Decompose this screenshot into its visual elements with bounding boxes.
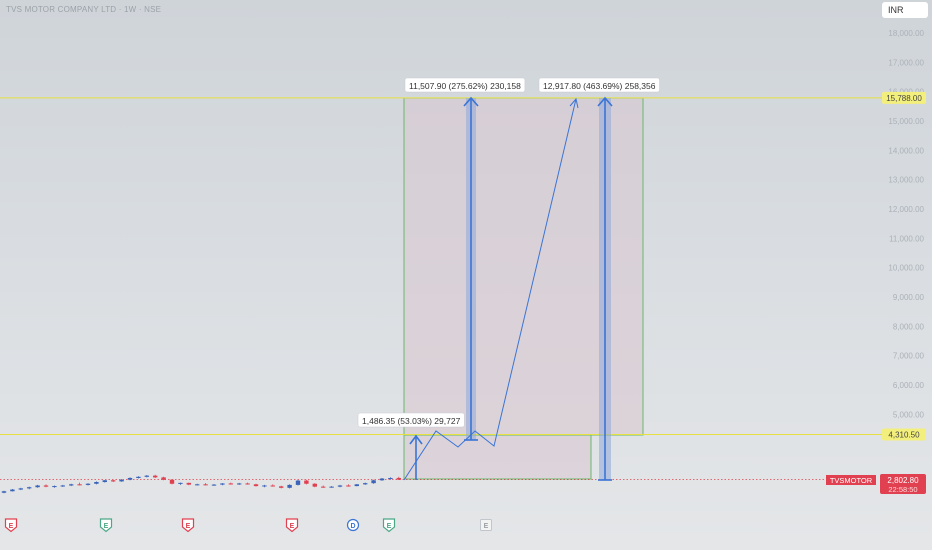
candle-body <box>203 484 208 486</box>
projection-label: 11,507.90 (275.62%) 230,158 <box>404 77 526 93</box>
event-marker[interactable]: E <box>382 518 396 533</box>
marker-label: E <box>104 523 109 530</box>
price-axis-tick: 6,000.00 <box>893 381 925 390</box>
candle-body <box>119 479 124 482</box>
candle-body <box>153 475 158 478</box>
price-axis-tick: 5,000.00 <box>893 410 925 419</box>
candle-body <box>321 486 326 488</box>
candle-body <box>60 485 65 487</box>
candle-body <box>388 477 393 479</box>
price-axis-tick: 10,000.00 <box>888 264 924 273</box>
label-text: 11,507.90 (275.62%) 230,158 <box>409 81 521 91</box>
candle-body <box>18 488 23 490</box>
candle-body <box>161 477 166 480</box>
candle-body <box>295 480 301 485</box>
candle-body <box>228 483 233 485</box>
candle-body <box>312 483 317 487</box>
candle-body <box>77 484 82 486</box>
candle-body <box>102 480 107 483</box>
event-marker[interactable]: E <box>285 518 299 533</box>
label-text: 1,486.35 (53.03%) 29,727 <box>362 416 461 426</box>
price-axis-tick: 17,000.00 <box>888 58 924 67</box>
candle-body <box>354 484 359 487</box>
marker-label: E <box>290 523 295 530</box>
price-axis-tick: 12,000.00 <box>888 205 924 214</box>
price-axis-tick: 8,000.00 <box>893 322 925 331</box>
candle-body <box>136 476 141 478</box>
candle-body <box>35 485 40 488</box>
candle-body <box>43 485 49 487</box>
marker-label: E <box>484 523 489 530</box>
level-price-label: 15,788.00 <box>886 94 922 103</box>
candle-body <box>237 483 242 485</box>
candle-body <box>10 489 15 492</box>
candle-body <box>270 485 275 487</box>
price-axis-tick: 11,000.00 <box>889 234 925 243</box>
candle-body <box>144 475 149 477</box>
candle-body <box>304 480 309 484</box>
event-marker[interactable]: E <box>480 519 492 531</box>
last-price-value: 2,802.80 <box>887 476 919 485</box>
candle-body <box>27 487 32 489</box>
candle-body <box>127 477 133 480</box>
price-axis-tick: 7,000.00 <box>893 352 925 361</box>
candle-body <box>287 484 292 488</box>
countdown-label: 22:58:50 <box>888 485 917 494</box>
event-marker[interactable]: E <box>4 518 18 533</box>
marker-label: E <box>9 523 14 530</box>
candle-body <box>169 479 175 484</box>
symbol-label: TVSMOTOR <box>830 476 873 485</box>
candle-body <box>186 482 191 485</box>
projection-label: 1,486.35 (53.03%) 29,727 <box>357 412 465 428</box>
candle-body <box>94 482 99 484</box>
candle-body <box>111 480 116 482</box>
candle-body <box>329 486 334 488</box>
base-box <box>403 434 592 480</box>
price-axis-tick: 15,000.00 <box>888 117 924 126</box>
candle-body <box>279 486 284 488</box>
candle-body <box>253 484 259 487</box>
candle-body <box>262 485 267 487</box>
chart-root[interactable]: TVS MOTOR COMPANY LTD · 1W · NSE INR 18,… <box>0 0 932 550</box>
level-price-label: 4,310.50 <box>888 431 920 440</box>
candle-body <box>396 477 401 480</box>
candle-body <box>69 484 74 486</box>
candle-body <box>363 483 368 485</box>
candle-body <box>178 482 183 484</box>
price-axis-tick: 18,000.00 <box>888 29 924 38</box>
event-marker[interactable]: E <box>99 518 113 533</box>
candle-body <box>371 480 376 484</box>
candle-body <box>1 491 7 493</box>
candle-body <box>195 484 200 486</box>
candle-body <box>52 486 57 488</box>
projection-label: 12,917.80 (463.69%) 258,356 <box>538 77 660 93</box>
candle-body <box>220 483 225 485</box>
event-marker[interactable]: E <box>181 518 195 533</box>
marker-label: E <box>186 523 191 530</box>
price-axis-tick: 14,000.00 <box>888 146 924 155</box>
candle-body <box>211 484 217 486</box>
label-text: 12,917.80 (463.69%) 258,356 <box>543 81 656 91</box>
price-axis-tick: 9,000.00 <box>893 293 925 302</box>
candle-body <box>346 485 351 487</box>
event-marker[interactable]: D <box>346 518 360 532</box>
marker-label: E <box>387 523 392 530</box>
candle-body <box>85 483 91 485</box>
candle-body <box>245 483 250 485</box>
marker-label: D <box>350 523 355 530</box>
candle-body <box>337 485 343 487</box>
price-axis-tick: 13,000.00 <box>888 176 924 185</box>
chart-svg: 18,000.0017,000.0016,000.0015,000.0014,0… <box>0 29 926 533</box>
candle-body <box>379 478 385 481</box>
